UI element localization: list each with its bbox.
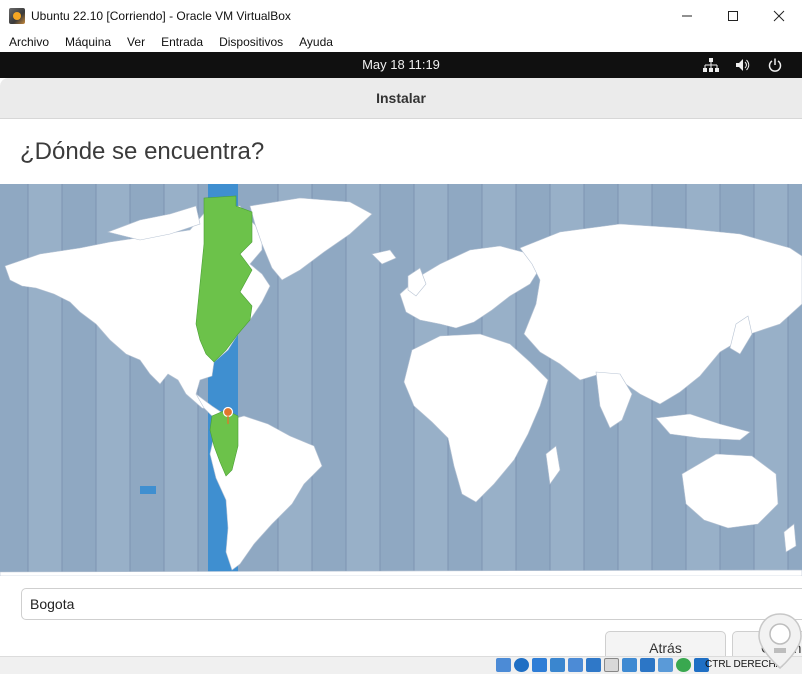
menu-maquina[interactable]: Máquina [57, 35, 119, 49]
watermark-logo [758, 613, 802, 669]
close-icon [773, 10, 785, 21]
menu-entrada[interactable]: Entrada [153, 35, 211, 49]
location-input[interactable] [21, 588, 802, 620]
installer-header-bar: Instalar [0, 78, 802, 119]
virtualbox-app-icon [9, 7, 25, 24]
screen-icon[interactable] [640, 658, 655, 672]
host-window-title: Ubuntu 22.10 [Corriendo] - Oracle VM Vir… [31, 8, 291, 23]
maximize-button[interactable] [710, 0, 756, 31]
volume-icon[interactable] [734, 56, 752, 74]
status-bar: CTRL DERECHA [0, 656, 802, 674]
power-icon[interactable] [766, 56, 784, 74]
hard-disk-icon[interactable] [496, 658, 511, 672]
menu-dispositivos[interactable]: Dispositivos [211, 35, 291, 49]
close-button[interactable] [756, 0, 802, 31]
display-icon[interactable] [604, 658, 619, 672]
menu-ayuda[interactable]: Ayuda [291, 35, 341, 49]
network-icon[interactable] [702, 56, 720, 74]
system-tray[interactable] [702, 56, 784, 74]
world-map[interactable] [0, 184, 802, 576]
audio-icon[interactable] [532, 658, 547, 672]
small-island [140, 486, 156, 494]
maximize-icon [728, 10, 738, 21]
network-adapter-icon[interactable] [550, 658, 565, 672]
window-controls [664, 0, 802, 31]
guest-top-bar: May 18 11:19 [0, 52, 802, 78]
video-capture-icon[interactable] [622, 658, 637, 672]
minimize-button[interactable] [664, 0, 710, 31]
menu-ver[interactable]: Ver [119, 35, 153, 49]
mouse-integration-icon[interactable] [676, 658, 691, 672]
back-button[interactable]: Atrás [605, 631, 726, 656]
minimize-icon [682, 15, 692, 16]
host-title-bar: Ubuntu 22.10 [Corriendo] - Oracle VM Vir… [0, 0, 802, 31]
vt-x-icon[interactable] [658, 658, 673, 672]
menu-bar: Archivo Máquina Ver Entrada Dispositivos… [0, 31, 802, 52]
page-title: ¿Dónde se encuentra? [20, 138, 265, 165]
installer-title: Instalar [376, 90, 426, 106]
status-icons [496, 658, 709, 672]
menu-archivo[interactable]: Archivo [0, 35, 57, 49]
timezone-map[interactable] [0, 184, 802, 576]
shared-folders-icon[interactable] [586, 658, 601, 672]
installer-window: Instalar ¿Dónde se encuentra? Bogota Atr… [0, 78, 802, 656]
clock[interactable]: May 18 11:19 [0, 57, 802, 72]
usb-icon[interactable] [568, 658, 583, 672]
optical-drive-icon[interactable] [514, 658, 529, 672]
